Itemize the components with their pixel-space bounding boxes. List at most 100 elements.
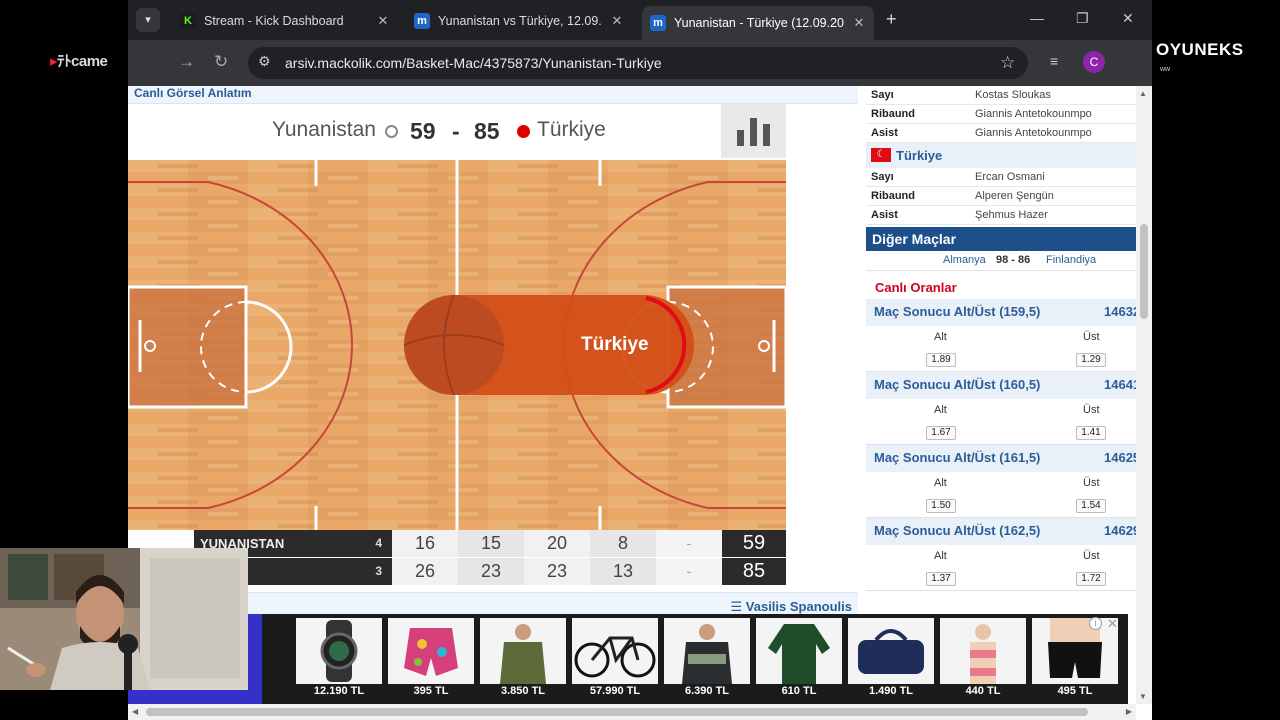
- ad-product[interactable]: 395 TL: [388, 618, 474, 702]
- close-icon[interactable]: ✕: [610, 13, 624, 29]
- ad-product[interactable]: 1.490 TL: [848, 618, 934, 702]
- ad-price: 610 TL: [781, 685, 817, 697]
- ad-product[interactable]: 3.850 TL: [480, 618, 566, 702]
- stats-button[interactable]: [721, 104, 786, 158]
- scrollbar-thumb[interactable]: [146, 708, 1088, 716]
- other-matches-header: Diğer Maçlar: [866, 227, 1138, 251]
- tab-mackolik-vs[interactable]: m Yunanistan vs Türkiye, 12.09.20 ✕: [406, 6, 632, 36]
- ad-close-icon[interactable]: ✕: [1107, 616, 1118, 632]
- odds-ust-button[interactable]: 1.29: [1076, 353, 1106, 367]
- kick-icon: K: [180, 13, 196, 29]
- away-score: 85: [474, 118, 500, 144]
- media-icon[interactable]: ≡: [1050, 53, 1058, 69]
- quarter-cell: 23: [458, 558, 524, 585]
- quarter-cell: 20: [524, 530, 590, 557]
- ad-product[interactable]: 57.990 TL: [572, 618, 658, 702]
- ad-product[interactable]: 12.190 TL: [296, 618, 382, 702]
- ad-price: 1.490 TL: [868, 685, 914, 697]
- scroll-left-icon[interactable]: ◀: [132, 707, 138, 716]
- odds-market: Maç Sonucu Alt/Üst (161,5) 14625 Alt Üst …: [866, 445, 1138, 518]
- tab-search-icon[interactable]: ▾: [136, 8, 160, 32]
- forward-icon[interactable]: →: [178, 52, 195, 72]
- bar-chart-icon: [737, 118, 770, 146]
- other-match-row[interactable]: Almanya 98 - 86 Finlandiya: [866, 251, 1138, 271]
- ad-price: 440 TL: [965, 685, 1001, 697]
- team-header-turkiye: ☾ Türkiye: [866, 143, 1138, 168]
- ad-price: 395 TL: [413, 685, 449, 697]
- table-row: E3 26 23 23 13 - 85: [194, 558, 786, 586]
- odds-ust-button[interactable]: 1.54: [1076, 499, 1106, 513]
- ad-product[interactable]: 495 TL: [1032, 618, 1118, 702]
- odds-alt-button[interactable]: 1.37: [926, 572, 956, 586]
- vertical-scrollbar[interactable]: ▲ ▼: [1136, 86, 1152, 704]
- odds-market: Maç Sonucu Alt/Üst (162,5) 14629 Alt Üst …: [866, 518, 1138, 591]
- section-header: Canlı Görsel Anlatım: [128, 86, 858, 104]
- mackolik-icon: m: [414, 13, 430, 29]
- ad-info-icon[interactable]: i: [1089, 617, 1102, 630]
- site-info-icon[interactable]: ⚙: [258, 53, 271, 70]
- table-row: YUNANISTAN 4 16 15 20 8 - 59: [194, 530, 786, 558]
- leader-row: Sayı Kostas Sloukas: [866, 86, 1138, 105]
- ad-price: 12.190 TL: [313, 685, 365, 697]
- ad-banner[interactable]: 12.190 TL 395 TL 3.850 TL 57.990 TL 6.39…: [128, 614, 1128, 704]
- ad-price: 3.850 TL: [500, 685, 546, 697]
- ad-price: 6.390 TL: [684, 685, 730, 697]
- scroll-up-icon[interactable]: ▲: [1139, 89, 1147, 98]
- coach-link[interactable]: ☰ Vasilis Spanoulis: [731, 599, 853, 615]
- home-dot-icon: [385, 125, 398, 138]
- tab-kick-dashboard[interactable]: K Stream - Kick Dashboard ✕: [172, 6, 398, 36]
- odds-alt-button[interactable]: 1.89: [926, 353, 956, 367]
- odds-alt-button[interactable]: 1.67: [926, 426, 956, 440]
- ad-product[interactable]: 440 TL: [940, 618, 1026, 702]
- ad-price: 495 TL: [1057, 685, 1093, 697]
- quarter-scores: YUNANISTAN4 16 15 20 8 - 59 E3 26 23 23 …: [194, 530, 786, 586]
- tab-title: Yunanistan vs Türkiye, 12.09.20: [438, 14, 602, 28]
- tab-mackolik-active[interactable]: m Yunanistan - Türkiye (12.09.202 ✕: [642, 6, 874, 40]
- streamer-logo-left: ▸ﾃ⁠ﾄcame: [50, 53, 108, 70]
- quarter-cell: 15: [458, 530, 524, 557]
- tab-title: Stream - Kick Dashboard: [204, 14, 344, 28]
- quarter-cell: 8: [590, 530, 656, 557]
- window-close-button[interactable]: ✕: [1122, 10, 1134, 27]
- tab-strip: ▾ K Stream - Kick Dashboard ✕ m Yunanist…: [128, 0, 1152, 40]
- scroll-down-icon[interactable]: ▼: [1139, 692, 1147, 701]
- quarter-cell: 23: [524, 558, 590, 585]
- quarter-cell: 16: [392, 530, 458, 557]
- reload-icon[interactable]: ↻: [214, 52, 228, 72]
- live-odds-header: Canlı Oranlar: [875, 280, 957, 295]
- close-icon[interactable]: ✕: [376, 13, 390, 29]
- ad-product[interactable]: 6.390 TL: [664, 618, 750, 702]
- total-cell: 59: [722, 530, 786, 557]
- horizontal-scrollbar[interactable]: ◀ ▶: [128, 704, 1136, 720]
- profile-avatar[interactable]: C: [1083, 51, 1105, 73]
- omnibox[interactable]: ⚙ arsiv.mackolik.com/Basket-Mac/4375873/…: [248, 47, 1028, 79]
- odds-alt-button[interactable]: 1.50: [926, 499, 956, 513]
- odds-market: Maç Sonucu Alt/Üst (160,5) 14641 Alt Üst …: [866, 372, 1138, 445]
- new-tab-button[interactable]: +: [886, 9, 897, 30]
- minimize-button[interactable]: —: [1030, 10, 1044, 26]
- scroll-right-icon[interactable]: ▶: [1126, 707, 1132, 716]
- bookmark-star-icon[interactable]: ☆: [1000, 53, 1015, 73]
- leader-row: Ribaund Alperen Şengün: [866, 187, 1138, 206]
- total-cell: 85: [722, 558, 786, 585]
- tab-title: Yunanistan - Türkiye (12.09.202: [674, 16, 844, 30]
- away-team-name: Türkiye: [537, 118, 606, 141]
- scrollbar-thumb[interactable]: [1140, 224, 1148, 319]
- odds-market: Maç Sonucu Alt/Üst (159,5) 14632 Alt Üst …: [866, 299, 1138, 372]
- away-dot-icon: [517, 125, 530, 138]
- url-text[interactable]: arsiv.mackolik.com/Basket-Mac/4375873/Yu…: [285, 55, 662, 71]
- leader-row: Asist Giannis Antetokounmpo: [866, 124, 1138, 143]
- home-score: 59: [410, 118, 436, 144]
- turkey-flag-icon: ☾: [871, 148, 891, 162]
- odds-ust-button[interactable]: 1.72: [1076, 572, 1106, 586]
- webcam-overlay: [0, 548, 248, 690]
- maximize-button[interactable]: ❐: [1076, 10, 1089, 27]
- leader-row: Sayı Ercan Osmani: [866, 168, 1138, 187]
- odds-ust-button[interactable]: 1.41: [1076, 426, 1106, 440]
- ad-product[interactable]: 610 TL: [756, 618, 842, 702]
- scoreboard: Yunanistan 59 - 85 Türkiye: [128, 104, 858, 160]
- leader-row: Ribaund Giannis Antetokounmpo: [866, 105, 1138, 124]
- close-icon[interactable]: ✕: [852, 15, 866, 31]
- mackolik-icon: m: [650, 15, 666, 31]
- browser-window: ▾ K Stream - Kick Dashboard ✕ m Yunanist…: [128, 0, 1152, 720]
